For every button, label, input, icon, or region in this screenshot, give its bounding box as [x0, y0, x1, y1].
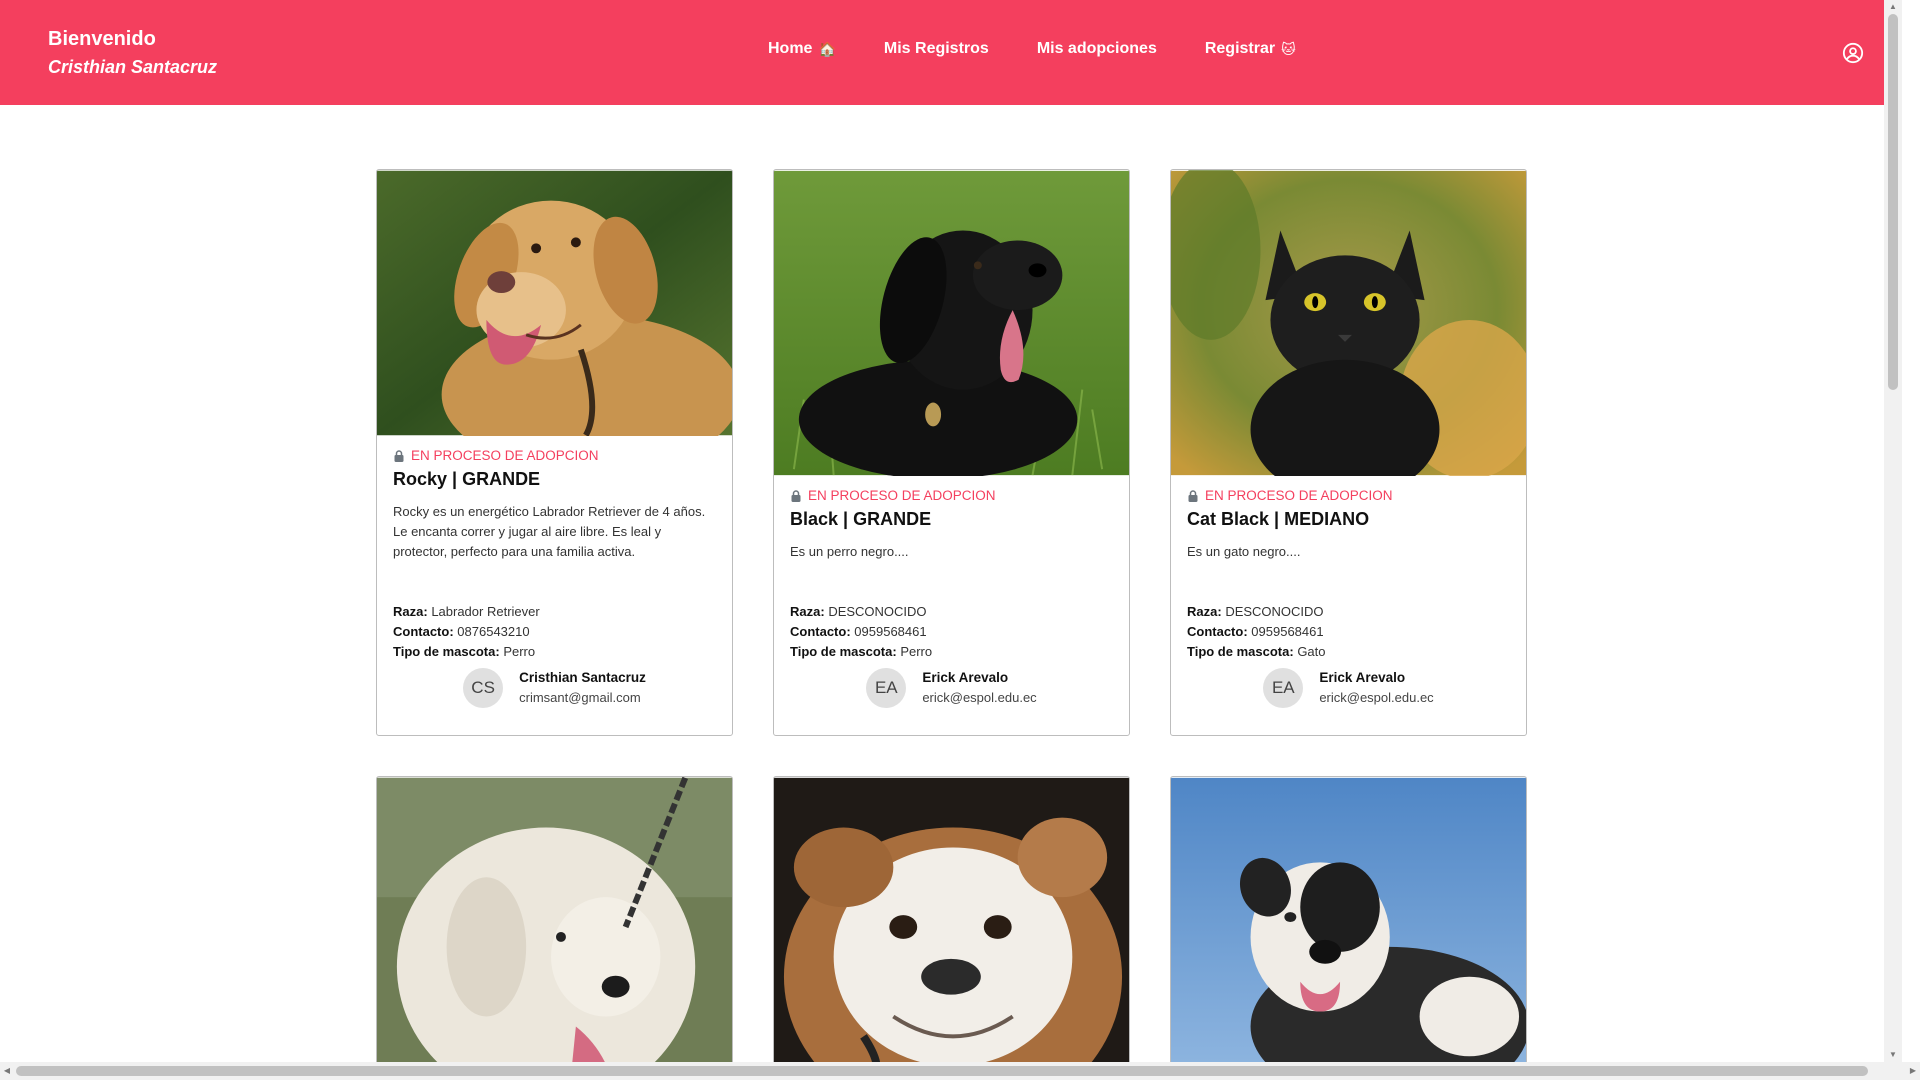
cat-icon: 🐱 — [1281, 40, 1296, 57]
pet-card-grid: EN PROCESO DE ADOPCION Rocky | GRANDE Ro… — [376, 169, 1528, 1062]
status-label: EN PROCESO DE ADOPCION — [808, 488, 996, 503]
pet-photo-black-dog — [774, 170, 1129, 476]
pet-card[interactable]: EN PROCESO DE ADOPCION Rocky | GRANDE Ro… — [376, 169, 733, 736]
avatar: CS — [463, 668, 504, 708]
contact-label: Contacto: — [1187, 624, 1248, 639]
pet-type-row: Tipo de mascota: Perro — [790, 642, 1113, 662]
lock-icon — [394, 449, 404, 462]
lock-icon — [791, 489, 801, 502]
nav-registrar-label: Registrar — [1204, 40, 1276, 57]
scroll-left-icon[interactable]: ◀ — [0, 1062, 14, 1080]
nav-mis-adopciones[interactable]: Mis adopciones — [1037, 40, 1157, 58]
nav-registrar[interactable]: Registrar 🐱 — [1205, 40, 1296, 58]
horizontal-scroll-thumb[interactable] — [16, 1066, 1868, 1076]
type-label: Tipo de mascota: — [790, 644, 897, 659]
breed-value: Labrador Retriever — [431, 604, 540, 619]
pet-card[interactable]: EN PROCESO DE ADOPCION Cat Black | MEDIA… — [1170, 169, 1527, 736]
contact-value: 0876543210 — [457, 624, 530, 639]
top-navbar: Bienvenido Cristhian Santacruz Home 🏠 Mis… — [0, 0, 1902, 105]
type-value: Gato — [1297, 644, 1326, 659]
nav-mis-registros-label: Mis Registros — [883, 40, 989, 57]
lock-icon — [1188, 489, 1198, 502]
pet-breed-row: Raza: Labrador Retriever — [393, 602, 716, 622]
welcome-block: Bienvenido Cristhian Santacruz — [48, 25, 217, 81]
nav-mis-registros[interactable]: Mis Registros — [884, 40, 989, 58]
pet-breed-row: Raza: DESCONOCIDO — [790, 602, 1113, 622]
nav-home[interactable]: Home 🏠 — [768, 40, 836, 58]
owner-name: Erick Arevalo — [922, 670, 1009, 685]
owner-info: EA Erick Arevalo erick@espol.edu.ec — [790, 668, 1113, 708]
owner-info: EA Erick Arevalo erick@espol.edu.ec — [1187, 668, 1510, 708]
pet-title: Black | GRANDE — [790, 509, 932, 529]
pet-description: Es un perro negro.... — [790, 544, 909, 559]
breed-label: Raza: — [393, 604, 428, 619]
pet-photo-golden-labrador — [377, 170, 732, 436]
pet-breed-row: Raza: DESCONOCIDO — [1187, 602, 1510, 622]
adoption-status: EN PROCESO DE ADOPCION — [790, 488, 1113, 503]
nav-home-label: Home — [768, 40, 813, 57]
type-value: Perro — [503, 644, 536, 659]
contact-label: Contacto: — [393, 624, 454, 639]
home-icon: 🏠 — [818, 40, 836, 57]
pet-type-row: Tipo de mascota: Perro — [393, 642, 716, 662]
breed-label: Raza: — [790, 604, 825, 619]
type-label: Tipo de mascota: — [393, 644, 500, 659]
breed-label: Raza: — [1187, 604, 1222, 619]
owner-info: CS Cristhian Santacruz crimsant@gmail.co… — [393, 668, 716, 708]
scroll-down-icon[interactable]: ▼ — [1884, 1048, 1902, 1062]
pet-contact-row: Contacto: 0876543210 — [393, 622, 716, 642]
pet-photo-pitbull — [1171, 777, 1526, 1062]
pet-description: Rocky es un energético Labrador Retrieve… — [393, 504, 706, 559]
pet-contact-row: Contacto: 0959568461 — [790, 622, 1113, 642]
horizontal-scrollbar[interactable]: ◀ ▶ — [0, 1062, 1920, 1080]
breed-value: DESCONOCIDO — [1225, 604, 1324, 619]
avatar: EA — [1263, 668, 1304, 708]
pet-title: Cat Black | MEDIANO — [1187, 509, 1370, 529]
nav-mis-adopciones-label: Mis adopciones — [1036, 40, 1157, 57]
vertical-scroll-thumb[interactable] — [1888, 14, 1898, 390]
scroll-up-icon[interactable]: ▲ — [1884, 0, 1902, 14]
pet-card[interactable] — [773, 776, 1130, 1062]
pet-card[interactable] — [376, 776, 733, 1062]
pet-photo-bulldog — [774, 777, 1129, 1062]
pet-type-row: Tipo de mascota: Gato — [1187, 642, 1510, 662]
welcome-title: Bienvenido — [48, 28, 156, 50]
pet-title: Rocky | GRANDE — [393, 469, 541, 489]
pet-card[interactable] — [1170, 776, 1527, 1062]
pet-photo-white-dog — [377, 777, 732, 1062]
owner-email: crimsant@gmail.com — [519, 690, 641, 705]
main-nav: Home 🏠 Mis Registros Mis adopciones Regis… — [768, 40, 1296, 58]
adoption-status: EN PROCESO DE ADOPCION — [1187, 488, 1510, 503]
owner-name: Cristhian Santacruz — [519, 670, 646, 685]
adoption-status: EN PROCESO DE ADOPCION — [393, 448, 716, 463]
pet-card[interactable]: EN PROCESO DE ADOPCION Black | GRANDE Es… — [773, 169, 1130, 736]
pet-description: Es un gato negro.... — [1187, 544, 1301, 559]
pet-photo-black-cat — [1171, 170, 1526, 476]
user-circle-icon[interactable] — [1842, 42, 1864, 64]
contact-value: 0959568461 — [1251, 624, 1324, 639]
breed-value: DESCONOCIDO — [828, 604, 927, 619]
status-label: EN PROCESO DE ADOPCION — [1205, 488, 1393, 503]
owner-name: Erick Arevalo — [1319, 670, 1406, 685]
contact-label: Contacto: — [790, 624, 851, 639]
pet-contact-row: Contacto: 0959568461 — [1187, 622, 1510, 642]
type-value: Perro — [900, 644, 933, 659]
contact-value: 0959568461 — [854, 624, 927, 639]
scroll-right-icon[interactable]: ▶ — [1906, 1062, 1920, 1080]
status-label: EN PROCESO DE ADOPCION — [411, 448, 599, 463]
welcome-user-name: Cristhian Santacruz — [48, 57, 218, 77]
vertical-scrollbar[interactable]: ▲ ▼ — [1884, 0, 1902, 1062]
owner-email: erick@espol.edu.ec — [1319, 690, 1434, 705]
type-label: Tipo de mascota: — [1187, 644, 1294, 659]
owner-email: erick@espol.edu.ec — [922, 690, 1037, 705]
avatar: EA — [866, 668, 907, 708]
